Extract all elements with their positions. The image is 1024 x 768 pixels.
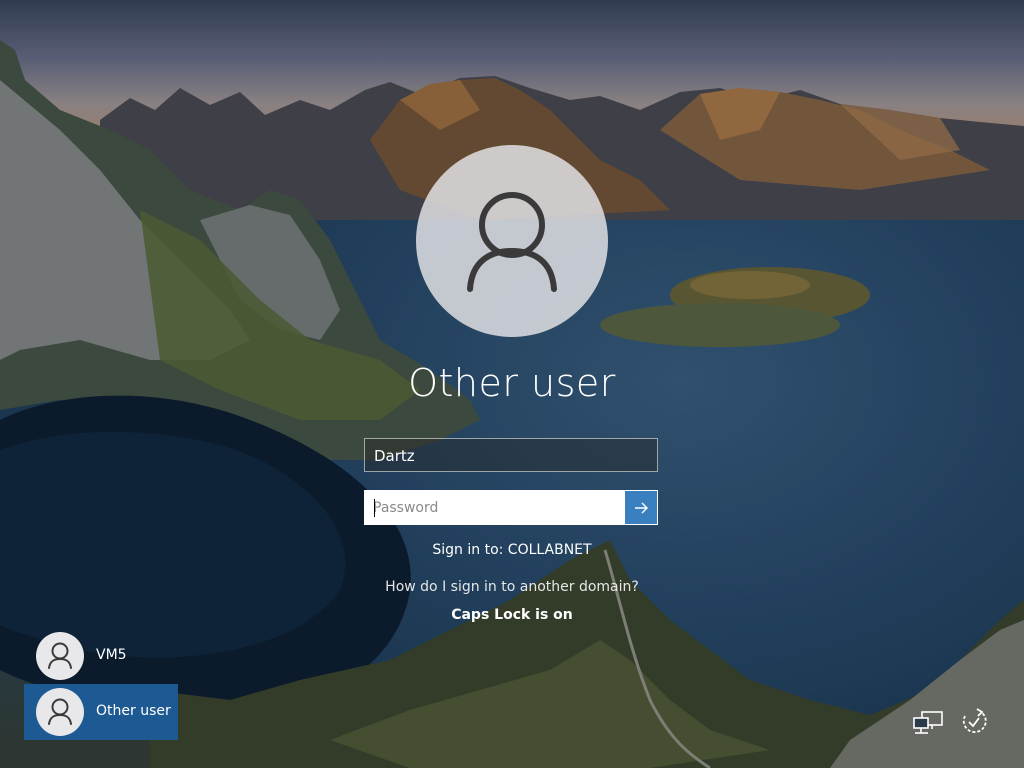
submit-button[interactable]	[625, 491, 657, 524]
password-input[interactable]	[373, 491, 623, 524]
caps-lock-warning: Caps Lock is on	[451, 607, 573, 623]
domain-help-link[interactable]: How do I sign in to another domain?	[312, 579, 712, 595]
arrow-right-icon	[635, 502, 648, 513]
network-button[interactable]	[911, 708, 945, 738]
user-item-vm5[interactable]: VM5	[24, 628, 178, 684]
sign-in-domain-label: Sign in to: COLLABNET	[432, 542, 592, 558]
user-item-label: VM5	[96, 647, 127, 663]
user-item-other-user[interactable]: Other user	[24, 684, 178, 740]
username-value[interactable]: Dartz	[374, 447, 415, 465]
ease-of-access-icon	[962, 708, 987, 733]
person-icon	[467, 192, 557, 292]
user-avatar-small	[36, 632, 84, 680]
password-field-container	[364, 490, 658, 525]
user-display-name: Other user	[408, 361, 616, 405]
user-avatar-small	[36, 688, 84, 736]
lock-screen: Other user Dartz Sign in to: COLLABNET H…	[0, 0, 1024, 768]
network-icon	[913, 711, 943, 734]
text-caret	[374, 499, 375, 517]
user-item-label: Other user	[96, 703, 171, 719]
user-avatar-large	[416, 145, 608, 337]
ease-of-access-button[interactable]	[957, 706, 991, 736]
person-icon	[48, 698, 72, 725]
username-field[interactable]: Dartz	[364, 438, 658, 472]
person-icon	[48, 642, 72, 669]
